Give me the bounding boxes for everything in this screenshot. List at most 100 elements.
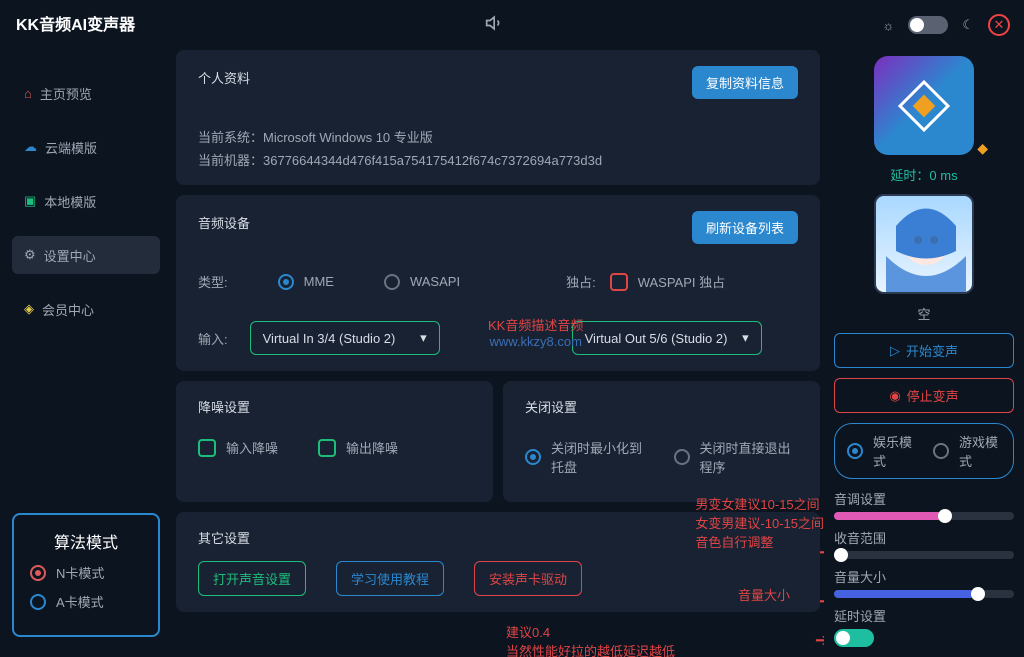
sidebar-item-vip[interactable]: ◈ 会员中心	[12, 290, 160, 328]
close-tray-label: 关闭时最小化到托盘	[551, 438, 650, 476]
profile-panel: 个人资料 复制资料信息 当前系统：Microsoft Windows 10 专业…	[176, 50, 820, 185]
gear-icon: ⚙	[24, 247, 36, 263]
noise-panel: 降噪设置 输入降噪 输出降噪	[176, 381, 493, 502]
close-button[interactable]: ✕	[988, 14, 1010, 36]
arrow-1-icon: ➔	[819, 542, 824, 563]
cloud-icon: ☁	[24, 139, 37, 155]
wasapi-label: WASAPI	[410, 274, 460, 289]
sidebar-item-local[interactable]: ▣ 本地模版	[12, 182, 160, 220]
folder-icon: ▣	[24, 193, 36, 209]
output-noise-checkbox[interactable]: 输出降噪	[318, 438, 398, 457]
algo-a-radio[interactable]: A卡模式	[30, 592, 142, 611]
wasapi-radio[interactable]: WASAPI	[384, 274, 460, 290]
algo-n-radio[interactable]: N卡模式	[30, 563, 142, 582]
tip-mtf: 男变女建议10-15之间	[695, 494, 824, 513]
other-panel: 男变女建议10-15之间 女变男建议-10-15之间 音色自行调整 ➔ 其它设置…	[176, 512, 820, 612]
sidebar-cloud-label: 云端模版	[45, 138, 97, 157]
tip-delay-1: 建议0.4	[506, 622, 820, 641]
range-slider[interactable]	[834, 551, 1014, 559]
app-title: KK音频AI变声器	[16, 11, 135, 35]
home-icon: ⌂	[24, 86, 32, 101]
copy-info-button[interactable]: 复制资料信息	[692, 66, 798, 99]
os-info: 当前系统：Microsoft Windows 10 专业版	[198, 127, 798, 146]
sidebar-vip-label: 会员中心	[42, 300, 94, 319]
output-noise-label: 输出降噪	[346, 438, 398, 457]
diamond-icon: ◈	[24, 301, 34, 317]
close-exit-radio[interactable]: 关闭时直接退出程序	[674, 438, 799, 476]
install-driver-button[interactable]: 安装声卡驱动	[474, 561, 582, 596]
audio-title: 音频设备	[198, 213, 250, 232]
tip-delay-2: 当然性能好拉的越低延迟越低	[506, 641, 820, 657]
voice-name: 空	[834, 304, 1014, 323]
chevron-down-icon: ▾	[420, 330, 427, 346]
audio-panel: 音频设备 刷新设备列表 类型: MME WASAPI 独占: WASPAPI 独…	[176, 195, 820, 371]
mme-radio[interactable]: MME	[278, 274, 334, 290]
output-device-value: Virtual Out 5/6 (Studio 2)	[585, 331, 728, 346]
excl-checkbox[interactable]: WASPAPI 独占	[610, 272, 725, 291]
output-device-select[interactable]: Virtual Out 5/6 (Studio 2) ▾	[572, 321, 762, 355]
delay-label: 延时设置	[834, 606, 1014, 625]
arrow-2-icon: ➔	[819, 591, 824, 612]
tip-volume: 音量大小	[738, 585, 790, 604]
delay-toggle[interactable]	[834, 629, 874, 647]
sidebar-home-label: 主页预览	[40, 84, 92, 103]
sidebar-local-label: 本地模版	[44, 192, 96, 211]
volume-label: 音量大小	[834, 567, 1014, 586]
pitch-label: 音调设置	[834, 489, 1014, 508]
sidebar: ⌂ 主页预览 ☁ 云端模版 ▣ 本地模版 ⚙ 设置中心 ◈ 会员中心 算法模式 N卡模式 …	[0, 46, 172, 657]
entertain-mode-label: 娱乐模式	[873, 432, 915, 470]
watermark-2: www.kkzy8.com	[488, 334, 583, 349]
voice-avatar[interactable]	[874, 194, 974, 294]
sun-icon: ☼	[882, 18, 894, 33]
tip-ftm: 女变男建议-10-15之间	[695, 513, 824, 532]
right-column: ◆ 延时：0 ms 空 ▷ 开始变声 ◉ 停止变声 娱乐模式 游戏模式 音调设置 收…	[824, 46, 1024, 657]
play-icon: ▷	[890, 343, 900, 359]
sidebar-item-settings[interactable]: ⚙ 设置中心	[12, 236, 160, 274]
tip-tone: 音色自行调整	[695, 532, 824, 551]
open-sound-button[interactable]: 打开声音设置	[198, 561, 306, 596]
refresh-devices-button[interactable]: 刷新设备列表	[692, 211, 798, 244]
start-label: 开始变声	[906, 341, 958, 360]
close-tray-radio[interactable]: 关闭时最小化到托盘	[525, 438, 650, 476]
input-label: 输入:	[198, 329, 228, 348]
noise-title: 降噪设置	[198, 397, 471, 416]
sidebar-item-cloud[interactable]: ☁ 云端模版	[12, 128, 160, 166]
moon-icon: ☾	[962, 17, 974, 33]
volume-icon[interactable]	[485, 13, 505, 33]
pitch-slider[interactable]	[834, 512, 1014, 520]
type-label: 类型:	[198, 272, 228, 291]
algo-box: 算法模式 N卡模式 A卡模式	[12, 513, 160, 637]
algo-n-label: N卡模式	[56, 563, 104, 582]
theme-toggle[interactable]	[908, 16, 948, 34]
profile-title: 个人资料	[198, 68, 250, 87]
excl-opt-label: WASPAPI 独占	[638, 272, 725, 291]
input-noise-checkbox[interactable]: 输入降噪	[198, 438, 278, 457]
stop-voice-button[interactable]: ◉ 停止变声	[834, 378, 1014, 413]
game-mode-radio[interactable]: 游戏模式	[933, 432, 1001, 470]
arrow-3-icon: ➔	[815, 630, 824, 651]
sidebar-item-home[interactable]: ⌂ 主页预览	[12, 74, 160, 112]
app-logo-icon: ◆	[874, 56, 974, 155]
latency-value: 延时：0 ms	[834, 165, 1014, 184]
start-voice-button[interactable]: ▷ 开始变声	[834, 333, 1014, 368]
algo-title: 算法模式	[30, 529, 142, 553]
machine-info: 当前机器：36776644344d476f415a754175412f674c7…	[198, 150, 798, 169]
input-noise-label: 输入降噪	[226, 438, 278, 457]
record-icon: ◉	[889, 388, 900, 404]
close-exit-label: 关闭时直接退出程序	[700, 438, 799, 476]
input-device-value: Virtual In 3/4 (Studio 2)	[263, 331, 396, 346]
tutorial-button[interactable]: 学习使用教程	[336, 561, 444, 596]
chevron-down-icon: ▾	[742, 330, 749, 346]
stop-label: 停止变声	[907, 386, 959, 405]
close-title: 关闭设置	[525, 397, 798, 416]
input-device-select[interactable]: Virtual In 3/4 (Studio 2) ▾	[250, 321, 440, 355]
main-content: 个人资料 复制资料信息 当前系统：Microsoft Windows 10 专业…	[172, 46, 824, 657]
range-label: 收音范围	[834, 528, 1014, 547]
algo-a-label: A卡模式	[56, 592, 104, 611]
watermark-1: KK音频描述音频	[488, 315, 583, 334]
sidebar-settings-label: 设置中心	[44, 246, 96, 265]
close-panel: 关闭设置 关闭时最小化到托盘 关闭时直接退出程序	[503, 381, 820, 502]
gem-icon: ◆	[977, 140, 988, 157]
entertain-mode-radio[interactable]: 娱乐模式	[847, 432, 915, 470]
volume-slider[interactable]	[834, 590, 1014, 598]
